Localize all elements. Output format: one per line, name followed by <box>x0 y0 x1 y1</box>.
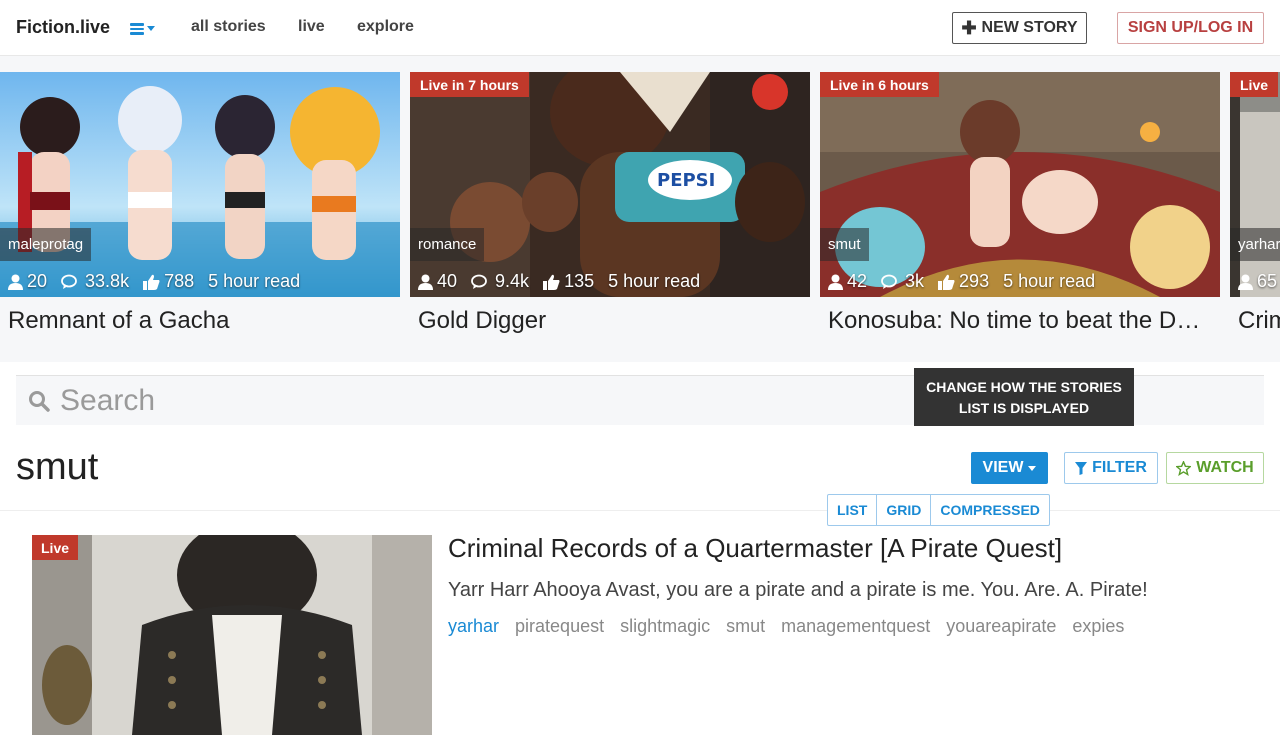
filter-button[interactable]: FILTER <box>1064 452 1158 484</box>
live-badge: Live <box>32 535 79 560</box>
read-time: 5 hour read <box>608 271 701 291</box>
user-icon <box>828 274 843 290</box>
thumbs-up-icon <box>143 274 160 290</box>
search-icon <box>29 391 50 412</box>
watch-button-label: WATCH <box>1196 459 1254 476</box>
search-input[interactable] <box>60 384 860 418</box>
view-option-grid[interactable]: GRID <box>877 495 932 525</box>
watch-button[interactable]: WATCH <box>1166 452 1264 484</box>
story-title[interactable]: Criminal Records of a Quartermaster [A P… <box>448 533 1062 564</box>
carousel-card[interactable]: Live yarhar 65 Criminal Records of a Qua… <box>1230 72 1280 352</box>
live-badge: Live in 6 hours <box>820 72 939 97</box>
featured-carousel: maleprotag 20 33.8k 788 5 hour read Remn… <box>0 56 1280 362</box>
carousel-card[interactable]: Live in 6 hours smut 42 3k 293 5 hour re… <box>820 72 1220 352</box>
comments-count: 3k <box>905 271 925 291</box>
comments-icon <box>61 274 77 289</box>
new-story-label: NEW STORY <box>981 19 1078 36</box>
new-story-button[interactable]: ✚ NEW STORY <box>952 12 1087 44</box>
tag-link[interactable]: piratequest <box>515 616 604 637</box>
user-icon <box>8 274 23 290</box>
story-tag-badge[interactable]: maleprotag <box>0 228 92 261</box>
read-time: 5 hour read <box>1003 271 1096 291</box>
tag-link[interactable]: managementquest <box>781 616 930 637</box>
view-option-list[interactable]: LIST <box>828 495 878 525</box>
chevron-down-icon <box>1028 465 1037 471</box>
menu-toggle-button[interactable] <box>130 18 160 38</box>
tag-link[interactable]: expies <box>1072 616 1124 637</box>
nav-link-explore[interactable]: explore <box>357 18 414 36</box>
tag-link[interactable]: slightmagic <box>620 616 710 637</box>
view-button-label: VIEW <box>982 459 1024 476</box>
user-icon <box>1238 274 1253 290</box>
story-tag-badge[interactable]: yarhar <box>1230 228 1280 261</box>
top-navbar: Fiction.live all stories live explore ✚ … <box>0 0 1280 56</box>
comments-count: 9.4k <box>495 271 530 291</box>
story-tag-badge[interactable]: smut <box>820 228 869 261</box>
view-option-compressed[interactable]: COMPRESSED <box>931 495 1049 525</box>
story-stats: 65 <box>1238 271 1277 292</box>
view-options-menu: LIST GRID COMPRESSED <box>827 494 1050 526</box>
user-icon <box>418 274 433 290</box>
carousel-card[interactable]: maleprotag 20 33.8k 788 5 hour read Remn… <box>0 72 400 352</box>
story-title[interactable]: Criminal Records of a Quartermaster <box>1238 307 1280 335</box>
star-icon <box>1176 460 1192 476</box>
story-cover-image[interactable]: PEPSI Live in 7 hours romance 40 9.4k 13… <box>410 72 810 297</box>
followers-count: 20 <box>27 271 48 291</box>
view-tooltip: CHANGE HOW THE STORIES LIST IS DISPLAYED <box>914 368 1134 426</box>
section-divider <box>0 510 1280 511</box>
chevron-down-icon <box>147 25 155 31</box>
story-title[interactable]: Remnant of a Gacha <box>8 307 388 335</box>
comments-icon <box>881 274 897 289</box>
story-cover-image[interactable]: Live in 6 hours smut 42 3k 293 5 hour re… <box>820 72 1220 297</box>
hamburger-icon <box>130 22 144 35</box>
thumbs-up-icon <box>938 274 955 290</box>
tag-link[interactable]: yarhar <box>448 616 499 637</box>
likes-count: 293 <box>959 271 990 291</box>
likes-count: 135 <box>564 271 595 291</box>
story-stats: 42 3k 293 5 hour read <box>828 271 1095 292</box>
tag-link[interactable]: smut <box>726 616 765 637</box>
story-cover-image[interactable]: Live yarhar 65 <box>1230 72 1280 297</box>
view-button[interactable]: VIEW <box>971 452 1048 484</box>
read-time: 5 hour read <box>208 271 301 291</box>
comments-count: 33.8k <box>85 271 130 291</box>
story-cover-image[interactable]: maleprotag 20 33.8k 788 5 hour read <box>0 72 400 297</box>
thumbs-up-icon <box>543 274 560 290</box>
live-badge: Live in 7 hours <box>410 72 529 97</box>
page-title: smut <box>16 446 99 488</box>
plus-icon: ✚ <box>961 18 977 38</box>
followers-count: 40 <box>437 271 458 291</box>
svg-text:PEPSI: PEPSI <box>657 170 715 191</box>
story-stats: 40 9.4k 135 5 hour read <box>418 271 700 292</box>
story-title[interactable]: Gold Digger <box>418 307 798 335</box>
story-stats: 20 33.8k 788 5 hour read <box>8 271 300 292</box>
filter-button-label: FILTER <box>1092 459 1147 476</box>
tag-link[interactable]: youareapirate <box>946 616 1056 637</box>
signup-login-button[interactable]: SIGN UP/LOG IN <box>1117 12 1264 44</box>
carousel-card[interactable]: PEPSI Live in 7 hours romance 40 9.4k 13… <box>410 72 810 352</box>
story-tag-badge[interactable]: romance <box>410 228 485 261</box>
story-title[interactable]: Konosuba: No time to beat the Demon King <box>828 307 1208 335</box>
live-badge: Live <box>1230 72 1279 97</box>
followers-count: 42 <box>847 271 868 291</box>
comments-icon <box>471 274 487 289</box>
filter-icon <box>1075 461 1088 475</box>
story-cover-image[interactable]: Live <box>32 535 432 735</box>
story-tags: yarhar piratequest slightmagic smut mana… <box>448 616 1124 637</box>
likes-count: 788 <box>164 271 195 291</box>
nav-link-live[interactable]: live <box>298 18 325 36</box>
nav-link-all-stories[interactable]: all stories <box>191 18 266 36</box>
story-description: Yarr Harr Ahooya Avast, you are a pirate… <box>448 579 1148 601</box>
site-logo[interactable]: Fiction.live <box>16 17 110 38</box>
followers-count: 65 <box>1257 271 1278 291</box>
